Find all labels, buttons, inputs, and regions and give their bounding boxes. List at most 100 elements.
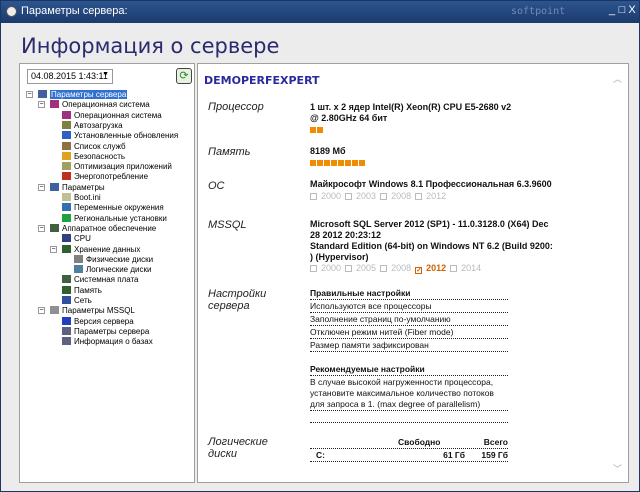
tree-item[interactable]: Переменные окружения	[62, 203, 164, 213]
tree-item-label: Память	[74, 285, 102, 295]
tree-item[interactable]: Физические диски	[74, 254, 153, 265]
version-label: 2003	[356, 191, 377, 201]
tree-node-icon	[62, 296, 71, 304]
date-select[interactable]: 04.08.2015 1:43:11 ▼	[27, 69, 113, 84]
tree-item[interactable]: Системная плата	[62, 275, 139, 285]
tree-item[interactable]: − Параметры MSSQL	[38, 306, 135, 316]
tree-item[interactable]: Энергопотребление	[62, 172, 148, 182]
version-label: 2014	[461, 263, 482, 273]
tree-item[interactable]: − Операционная система	[38, 100, 150, 110]
tree-item[interactable]: − Хранение данных	[50, 244, 140, 255]
collapse-toggle-icon[interactable]: −	[38, 224, 45, 232]
tree-item-label: Установленные обновления	[74, 131, 179, 141]
tree-node-icon	[62, 316, 71, 325]
checkbox-icon	[310, 265, 317, 272]
scroll-down-icon[interactable]: ﹀	[613, 462, 622, 475]
close-button[interactable]: X	[627, 4, 637, 16]
disks-label-2: диски	[208, 448, 238, 460]
tree-item[interactable]: Установленные обновления	[62, 131, 178, 141]
version-label: 2008	[391, 191, 412, 201]
version-label: 2012	[426, 191, 447, 201]
tree-item[interactable]: Сеть	[62, 296, 92, 306]
checkbox-icon: ✓	[415, 267, 423, 274]
tree-node-icon	[62, 151, 71, 160]
tree-item-label: CPU	[74, 234, 91, 244]
tree-node-icon	[62, 234, 71, 243]
tree-item-label: Оптимизация приложений	[74, 162, 172, 172]
version-checkbox: 2005	[345, 263, 376, 273]
correct-setting: Размер памяти зафиксирован	[310, 340, 508, 352]
tree-item-label: Системная плата	[74, 275, 139, 285]
checkbox-icon	[380, 193, 388, 200]
os-value: Майкрософт Windows 8.1 Профессиональная …	[310, 179, 552, 189]
tree-node-icon	[50, 100, 59, 109]
level-block	[324, 160, 330, 166]
scroll-up-icon[interactable]: ︿	[613, 72, 622, 85]
tree-item[interactable]: Автозагрузка	[62, 120, 123, 131]
chevron-down-icon: ▼	[102, 71, 109, 78]
refresh-button[interactable]: ⟳	[176, 68, 192, 84]
tree-item[interactable]: − Параметры	[38, 182, 105, 193]
tree-node-icon	[62, 203, 71, 212]
tree-node-icon	[62, 275, 71, 284]
page-title: Информация о сервере	[21, 34, 280, 58]
tree-item[interactable]: Версия сервера	[62, 316, 134, 327]
tree-node-icon	[62, 285, 71, 294]
disks-header: Свободно Всего	[310, 437, 508, 449]
tree-item[interactable]: − Параметры сервера	[26, 90, 128, 100]
os-versions: 2000 2003 2008 2012	[310, 191, 450, 201]
checkbox-icon	[450, 265, 458, 272]
recommended-text: В случае высокой нагруженности процессор…	[310, 377, 508, 411]
minimize-button[interactable]: _	[607, 4, 617, 16]
tree-item[interactable]: Память	[62, 285, 102, 296]
tree-item-label: Параметры сервера	[50, 90, 128, 99]
collapse-toggle-icon[interactable]: −	[38, 183, 45, 191]
version-checkbox: 2008	[380, 191, 411, 201]
level-block	[317, 160, 323, 166]
tree-item-label: Boot.ini	[74, 193, 101, 202]
collapse-toggle-icon[interactable]: −	[50, 245, 57, 253]
tree-node-icon	[62, 213, 71, 222]
tree-node-icon	[50, 306, 59, 315]
title-bar: Параметры сервера: softpoint _ □ X	[1, 1, 639, 23]
collapse-toggle-icon[interactable]: −	[38, 307, 45, 315]
version-checkbox: 2012	[415, 191, 446, 201]
tree-item[interactable]: − Аппаратное обеспечение	[38, 223, 156, 234]
settings-label-2: сервера	[208, 300, 250, 312]
tree-item[interactable]: Информация о базах	[62, 337, 153, 347]
app-icon	[6, 6, 17, 17]
tree-node-icon	[62, 337, 71, 346]
tree-item-label: Автозагрузка	[74, 120, 123, 130]
tree-item-label: Сеть	[74, 296, 92, 305]
tree-item[interactable]: Безопасность	[62, 151, 125, 162]
date-value: 04.08.2015 1:43:11	[31, 71, 108, 81]
brand-logo: softpoint	[511, 6, 566, 17]
tree-node-icon	[62, 244, 71, 253]
tree-item[interactable]: Логические диски	[74, 265, 151, 275]
collapse-toggle-icon[interactable]: −	[38, 101, 45, 109]
refresh-icon: ⟳	[179, 70, 189, 82]
col-total: Всего	[483, 437, 508, 447]
tree-node-icon	[74, 265, 83, 274]
checkbox-icon	[310, 193, 317, 200]
tree-panel: 04.08.2015 1:43:11 ▼ ⟳ − Параметры сервера…	[19, 63, 195, 483]
tree-item-label: Операционная система	[62, 100, 150, 110]
tree-item[interactable]: Операционная система	[62, 110, 162, 121]
collapse-toggle-icon[interactable]: −	[26, 91, 33, 98]
cpu-label: Процессор	[208, 101, 264, 113]
window-title: Параметры сервера:	[21, 5, 128, 17]
tree-item[interactable]: Региональные установки	[62, 213, 167, 224]
tree-item[interactable]: Список служб	[62, 141, 126, 152]
tree-item[interactable]: Оптимизация приложений	[62, 162, 172, 172]
tree-node-icon	[62, 162, 71, 171]
maximize-button[interactable]: □	[617, 4, 627, 16]
tree-node-icon	[62, 193, 71, 201]
tree-item[interactable]: Boot.ini	[62, 193, 101, 203]
tree-item[interactable]: Параметры сервера	[62, 326, 149, 337]
level-block	[317, 127, 323, 133]
level-block	[359, 160, 365, 166]
checkbox-icon	[345, 265, 353, 272]
disk-row: C: 61 Гб 159 Гб	[310, 450, 508, 462]
tree-item[interactable]: CPU	[62, 234, 91, 244]
tree-node-icon	[38, 90, 47, 98]
